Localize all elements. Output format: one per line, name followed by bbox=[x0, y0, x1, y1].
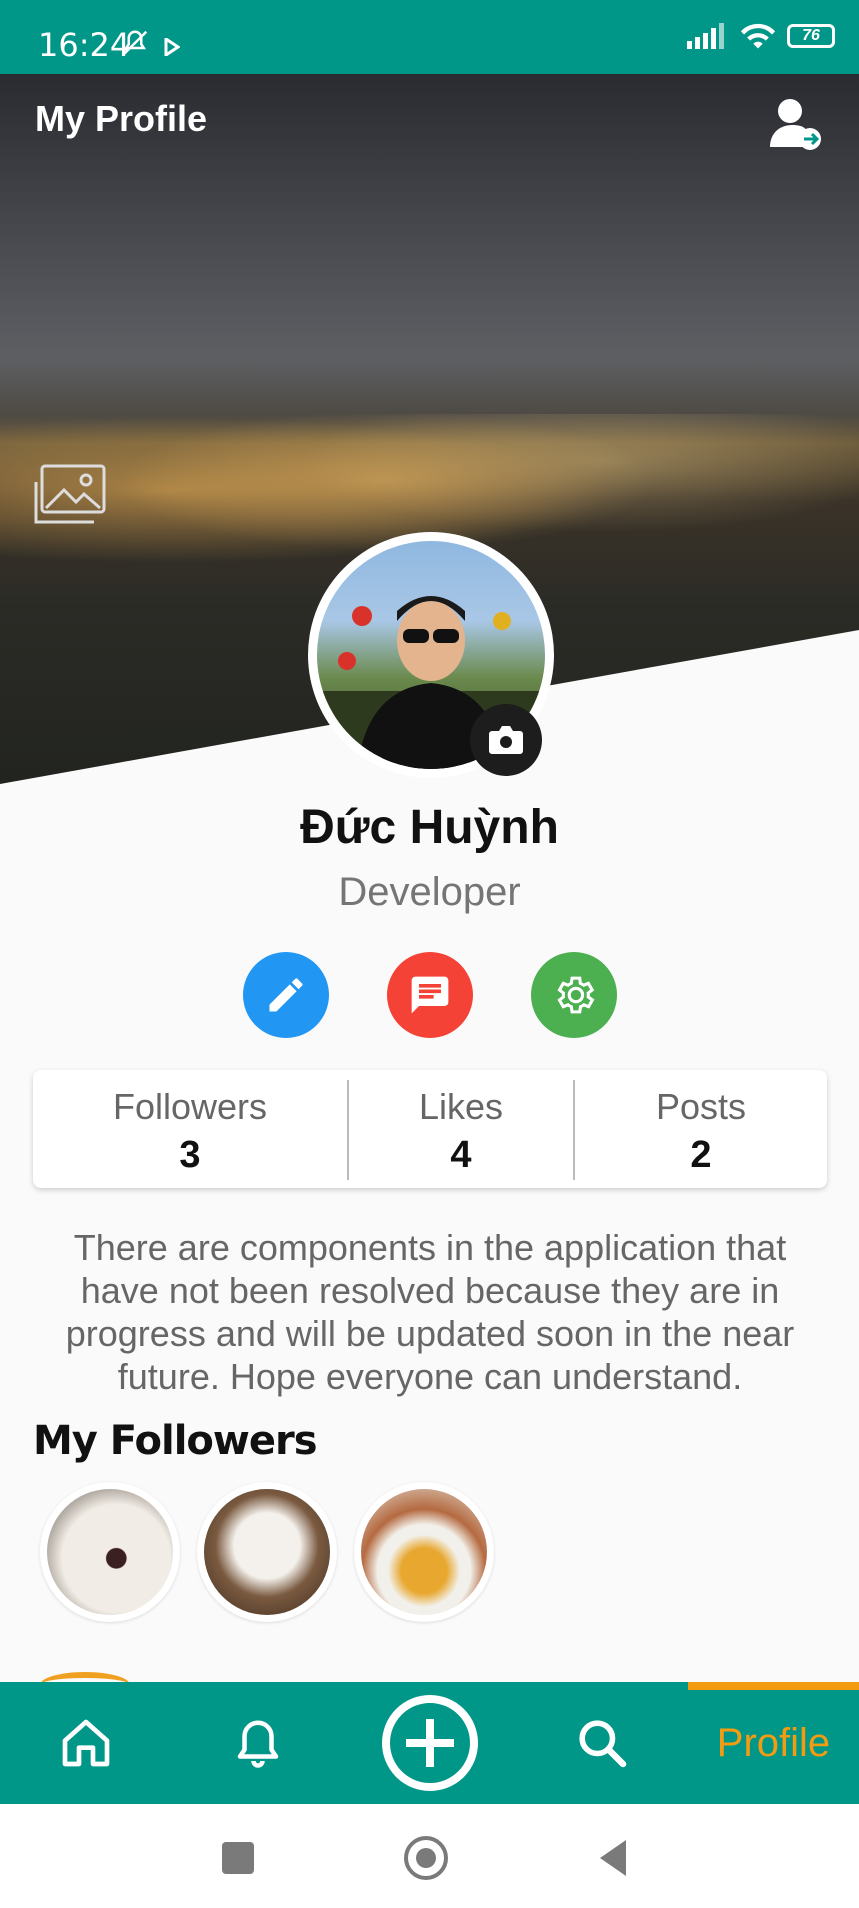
signal-icon bbox=[687, 23, 724, 49]
follower-avatar[interactable] bbox=[197, 1482, 337, 1622]
page-title: My Profile bbox=[35, 98, 208, 139]
nav-profile-label: Profile bbox=[716, 1720, 831, 1765]
pencil-icon bbox=[269, 978, 303, 1012]
add-circle-icon bbox=[382, 1695, 478, 1791]
stat-value: 3 bbox=[179, 1134, 201, 1176]
play-icon bbox=[164, 38, 180, 56]
settings-button[interactable] bbox=[531, 952, 617, 1038]
follower-photo bbox=[361, 1489, 487, 1615]
system-nav-bar bbox=[0, 1804, 859, 1908]
stat-label: Likes bbox=[418, 1086, 504, 1127]
mute-bell-icon bbox=[122, 30, 148, 56]
stat-value: 4 bbox=[450, 1134, 472, 1176]
edit-profile-button[interactable] bbox=[243, 952, 329, 1038]
status-icons: 76 bbox=[687, 22, 835, 50]
stat-posts[interactable]: Posts 2 bbox=[575, 1070, 827, 1188]
back-icon[interactable] bbox=[596, 1838, 628, 1878]
status-time: 16:24 bbox=[38, 26, 131, 64]
logout-icon bbox=[770, 99, 821, 150]
gallery-icon bbox=[34, 464, 106, 524]
home-system-button[interactable] bbox=[404, 1836, 448, 1880]
message-icon bbox=[411, 976, 449, 1014]
messages-button[interactable] bbox=[387, 952, 473, 1038]
nav-notifications[interactable] bbox=[206, 1682, 310, 1804]
bell-icon bbox=[237, 1720, 279, 1768]
followers-title: My Followers bbox=[33, 1418, 318, 1464]
profile-role: Developer bbox=[338, 870, 521, 914]
nav-search[interactable] bbox=[550, 1682, 654, 1804]
gear-icon bbox=[557, 976, 595, 1014]
stat-value: 2 bbox=[690, 1134, 712, 1176]
home-system-dot bbox=[416, 1848, 436, 1868]
change-cover-button[interactable] bbox=[34, 462, 110, 528]
search-icon bbox=[579, 1720, 627, 1768]
nav-profile[interactable]: Profile bbox=[688, 1682, 859, 1804]
status-bar: 16:24 76 bbox=[0, 0, 859, 74]
change-avatar-button[interactable] bbox=[470, 704, 542, 776]
stat-label: Followers bbox=[112, 1086, 268, 1127]
follower-avatar[interactable] bbox=[354, 1482, 494, 1622]
profile-name: Đức Huỳnh bbox=[300, 801, 559, 854]
stat-followers[interactable]: Followers 3 bbox=[33, 1070, 347, 1188]
logout-button[interactable] bbox=[768, 95, 824, 155]
stat-likes[interactable]: Likes 4 bbox=[349, 1070, 573, 1188]
follower-photo bbox=[47, 1489, 173, 1615]
follower-photo bbox=[204, 1489, 330, 1615]
battery-indicator: 76 bbox=[787, 24, 835, 48]
wifi-icon bbox=[740, 23, 776, 49]
recents-button[interactable] bbox=[222, 1842, 254, 1874]
camera-icon bbox=[489, 726, 523, 754]
nav-home[interactable] bbox=[34, 1682, 138, 1804]
follower-avatar[interactable] bbox=[40, 1482, 180, 1622]
home-icon bbox=[62, 1719, 110, 1767]
stats-card: Followers 3 Likes 4 Posts 2 bbox=[33, 1070, 827, 1188]
stat-label: Posts bbox=[655, 1086, 747, 1127]
profile-bio: There are components in the application … bbox=[65, 1227, 795, 1397]
nav-add[interactable] bbox=[374, 1682, 486, 1804]
